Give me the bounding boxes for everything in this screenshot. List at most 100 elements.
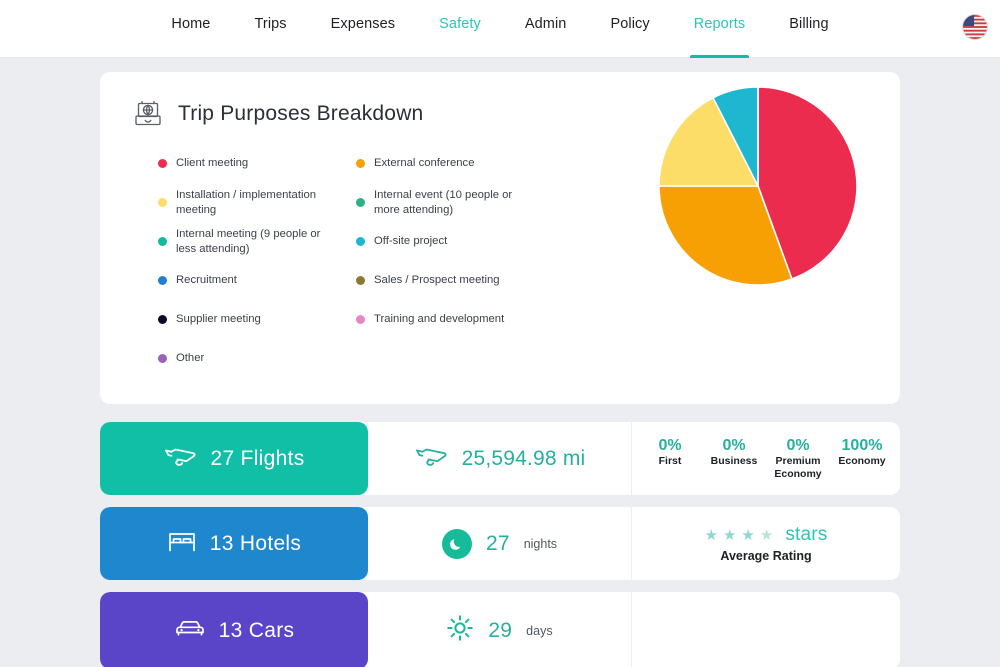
cabin-percent: 0% [658,436,682,454]
cabin-percent: 0% [786,436,810,454]
us-flag-icon[interactable] [962,14,988,40]
legend-label: Recruitment [176,274,237,287]
legend-color-swatch [158,354,167,363]
days-unit: days [526,623,553,638]
nav-label: Trips [254,16,287,32]
nav-label: Expenses [330,16,396,32]
nights-value: 27 [485,531,510,555]
hotels-stat-row: 13 Hotels 27 nights ★ ★ ★ ★ stars Averag… [100,507,900,580]
cabin-percent: 0% [722,436,746,454]
nav-label: Reports [693,16,746,32]
sun-icon [446,614,474,647]
legend-item-installation-meeting[interactable]: Installation / implementation meeting [158,183,340,222]
legend-color-swatch [158,276,167,285]
cabin-label: Business [710,455,758,468]
page-title: Trip Purposes Breakdown [178,102,424,125]
stars-word: stars [785,524,828,545]
flights-stat-row: 27 Flights 25,594.98 mi 0% First 0% Busi… [100,422,900,495]
trip-purposes-card: Trip Purposes Breakdown Client meeting E… [100,72,900,404]
nights-unit: nights [523,536,558,551]
days-value: 29 [488,618,513,642]
legend-color-swatch [158,159,167,168]
legend-item-sales-prospect-meeting[interactable]: Sales / Prospect meeting [356,261,538,300]
travel-stats-list: 27 Flights 25,594.98 mi 0% First 0% Busi… [100,422,900,667]
average-rating-cell: ★ ★ ★ ★ stars Average Rating [632,507,900,580]
cars-empty-cell [632,592,900,667]
legend-label: Sales / Prospect meeting [374,274,500,287]
bed-icon [167,529,197,559]
legend-item-other[interactable]: Other [158,339,340,378]
legend-label: External conference [374,157,475,170]
cars-summary-button[interactable]: 13 Cars [100,592,368,667]
nav-item-admin[interactable]: Admin [503,0,589,58]
moon-icon [441,528,472,559]
flights-distance-value: 25,594.98 mi [461,446,586,470]
nav-label: Admin [524,16,567,32]
nav-label: Safety [439,16,481,32]
cabin-business: 0% Business [704,437,764,468]
legend-label: Internal meeting (9 people or less atten… [176,227,321,255]
nav-item-safety[interactable]: Safety [417,0,503,58]
cabin-first: 0% First [640,437,700,468]
airplane-icon [163,443,197,475]
legend-item-recruitment[interactable]: Recruitment [158,261,340,300]
legend-item-supplier-meeting[interactable]: Supplier meeting [158,300,340,339]
flights-label: 27 Flights [210,446,305,470]
legend-item-client-meeting[interactable]: Client meeting [158,144,340,183]
cars-label: 13 Cars [218,618,295,642]
nav-item-policy[interactable]: Policy [588,0,671,58]
nav-item-reports[interactable]: Reports [672,0,767,58]
legend-label: Off-site project [374,235,448,248]
legend-item-training-development[interactable]: Training and development [356,300,538,339]
main-nav: Home Trips Expenses Safety Admin Policy … [149,0,850,58]
legend-color-swatch [356,276,365,285]
star-icon: ★ [741,526,755,544]
star-icon: ★ [722,526,737,544]
legend-color-swatch [158,237,167,246]
legend-color-swatch [356,315,365,324]
star-icon: ★ [704,526,718,544]
nav-item-billing[interactable]: Billing [767,0,850,58]
legend-label: Supplier meeting [176,313,261,326]
nav-label: Billing [789,16,829,32]
flights-summary-button[interactable]: 27 Flights [100,422,368,495]
cabin-label: First [658,455,682,468]
hotel-nights-cell: 27 nights [368,507,632,580]
legend-item-offsite-project[interactable]: Off-site project [356,222,538,261]
suitcase-globe-icon [132,98,164,130]
legend-label: Installation / implementation meeting [176,188,317,216]
nav-label: Home [171,16,211,32]
legend-item-internal-event[interactable]: Internal event (10 people or more attend… [356,183,538,222]
trip-purposes-pie-chart[interactable] [658,86,858,286]
nav-item-expenses[interactable]: Expenses [309,0,417,58]
page-body: Trip Purposes Breakdown Client meeting E… [0,58,1000,667]
active-tab-underline [689,55,750,58]
legend-color-swatch [356,237,365,246]
flights-distance-cell: 25,594.98 mi [368,422,632,495]
nav-item-home[interactable]: Home [149,0,232,58]
cabin-class-breakdown: 0% First 0% Business 0% Premium Economy … [632,422,900,495]
cabin-label: Premium Economy [774,455,822,480]
legend-label: Internal event (10 people or more attend… [374,188,513,216]
star-icon: ★ [759,526,774,544]
car-icon [174,616,206,646]
cabin-percent: 100% [841,436,883,454]
nav-label: Policy [610,16,650,32]
cabin-economy: 100% Economy [832,437,892,468]
legend-label: Other [176,352,205,365]
airplane-icon [414,443,448,474]
legend-color-swatch [356,159,365,168]
legend-color-swatch [158,315,167,324]
top-navigation-bar: Home Trips Expenses Safety Admin Policy … [0,0,1000,58]
legend-color-swatch [356,198,365,207]
chart-legend: Client meeting External conference Insta… [158,144,538,378]
nav-item-trips[interactable]: Trips [232,0,308,58]
legend-color-swatch [158,198,167,207]
average-rating-label: Average Rating [720,549,812,563]
hotels-summary-button[interactable]: 13 Hotels [100,507,368,580]
legend-item-internal-meeting[interactable]: Internal meeting (9 people or less atten… [158,222,340,261]
cars-stat-row: 13 Cars 29 days [100,592,900,667]
legend-label: Training and development [374,313,505,326]
legend-item-external-conference[interactable]: External conference [356,144,538,183]
car-days-cell: 29 days [368,592,632,667]
